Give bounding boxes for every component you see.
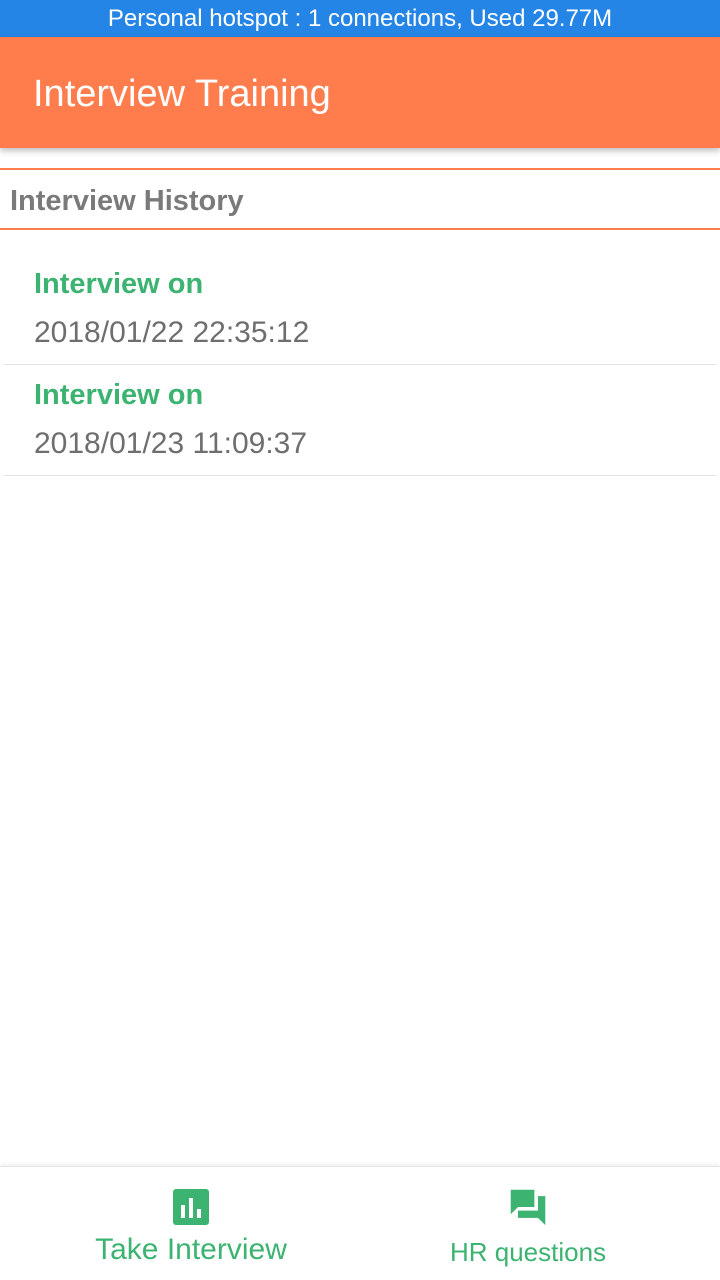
status-bar-text: Personal hotspot : 1 connections, Used 2… <box>107 5 613 32</box>
nav-hr-questions-label: HR questions <box>449 1237 607 1267</box>
history-item[interactable]: Interview on 2018/01/23 11:09:37 <box>4 365 716 476</box>
history-list: Interview on 2018/01/22 22:35:12 Intervi… <box>4 254 716 476</box>
bar-chart-icon <box>173 1189 209 1225</box>
forum-icon <box>510 1189 546 1226</box>
nav-hr-questions[interactable]: HR questions <box>348 1167 708 1280</box>
history-item-datetime: 2018/01/22 22:35:12 <box>34 316 310 349</box>
status-bar: Personal hotspot : 1 connections, Used 2… <box>0 0 720 37</box>
history-item-label: Interview on <box>34 379 204 411</box>
section-title: Interview History <box>10 185 244 217</box>
history-item-datetime: 2018/01/23 11:09:37 <box>34 427 308 460</box>
bottom-nav: Take Interview HR questions <box>0 1166 720 1280</box>
app-title: Interview Training <box>33 73 331 115</box>
app-bar: Interview Training <box>0 37 720 148</box>
nav-take-interview[interactable]: Take Interview <box>11 1167 371 1280</box>
history-item-label: Interview on <box>34 268 204 300</box>
section-header: Interview History <box>0 168 720 230</box>
screen: Personal hotspot : 1 connections, Used 2… <box>0 0 720 1280</box>
nav-take-interview-label: Take Interview <box>95 1233 287 1266</box>
history-item[interactable]: Interview on 2018/01/22 22:35:12 <box>4 254 716 365</box>
